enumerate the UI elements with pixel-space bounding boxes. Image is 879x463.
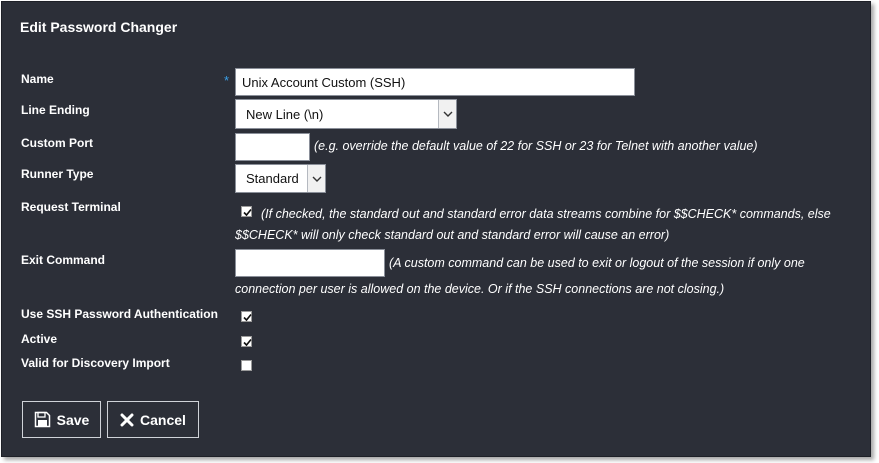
use-ssh-password-auth-label: Use SSH Password Authentication <box>21 307 218 321</box>
exit-command-label: Exit Command <box>21 253 106 267</box>
request-terminal-hint-line1: (If checked, the standard out and standa… <box>261 207 831 221</box>
name-input-value: Unix Account Custom (SSH) <box>242 74 406 90</box>
use-ssh-password-auth-checkbox[interactable] <box>241 311 252 322</box>
exit-command-hint-line1: (A custom command can be used to exit or… <box>389 256 805 270</box>
required-marker: * <box>224 73 230 88</box>
line-ending-selected-value: New Line (\n) <box>246 106 324 122</box>
floppy-disk-icon <box>34 411 50 428</box>
request-terminal-label: Request Terminal <box>21 200 121 214</box>
x-icon <box>120 413 134 426</box>
custom-port-input[interactable] <box>235 133 310 161</box>
cancel-button-label: Cancel <box>140 411 186 428</box>
exit-command-hint-line2: connection per user is allowed on the de… <box>235 282 725 296</box>
exit-command-input[interactable] <box>235 249 385 277</box>
runner-type-label: Runner Type <box>21 167 94 181</box>
chevron-down-icon <box>307 165 325 192</box>
check-icon <box>243 208 252 217</box>
active-checkbox[interactable] <box>241 336 252 347</box>
custom-port-label: Custom Port <box>21 136 93 150</box>
request-terminal-checkbox[interactable] <box>241 206 252 217</box>
valid-for-discovery-label: Valid for Discovery Import <box>21 356 170 370</box>
valid-for-discovery-checkbox[interactable] <box>241 360 252 371</box>
check-icon <box>243 313 252 322</box>
name-input[interactable]: Unix Account Custom (SSH) <box>235 68 635 96</box>
runner-type-selected-value: Standard <box>246 171 299 186</box>
line-ending-label: Line Ending <box>21 103 90 117</box>
active-label: Active <box>21 332 58 346</box>
line-ending-select[interactable]: New Line (\n) <box>235 99 457 129</box>
cancel-button[interactable]: Cancel <box>107 401 199 438</box>
request-terminal-hint-line2: $$CHECK* will only check standard out an… <box>235 228 670 242</box>
chevron-down-icon <box>438 100 456 128</box>
check-icon <box>243 338 252 347</box>
runner-type-select[interactable]: Standard <box>235 164 326 193</box>
edit-password-changer-dialog: Edit Password Changer Name * Unix Accoun… <box>1 1 871 457</box>
name-label: Name <box>21 72 54 86</box>
save-button-label: Save <box>56 411 90 428</box>
dialog-title: Edit Password Changer <box>20 19 178 35</box>
save-button[interactable]: Save <box>22 401 101 438</box>
custom-port-hint: (e.g. override the default value of 22 f… <box>314 139 758 153</box>
